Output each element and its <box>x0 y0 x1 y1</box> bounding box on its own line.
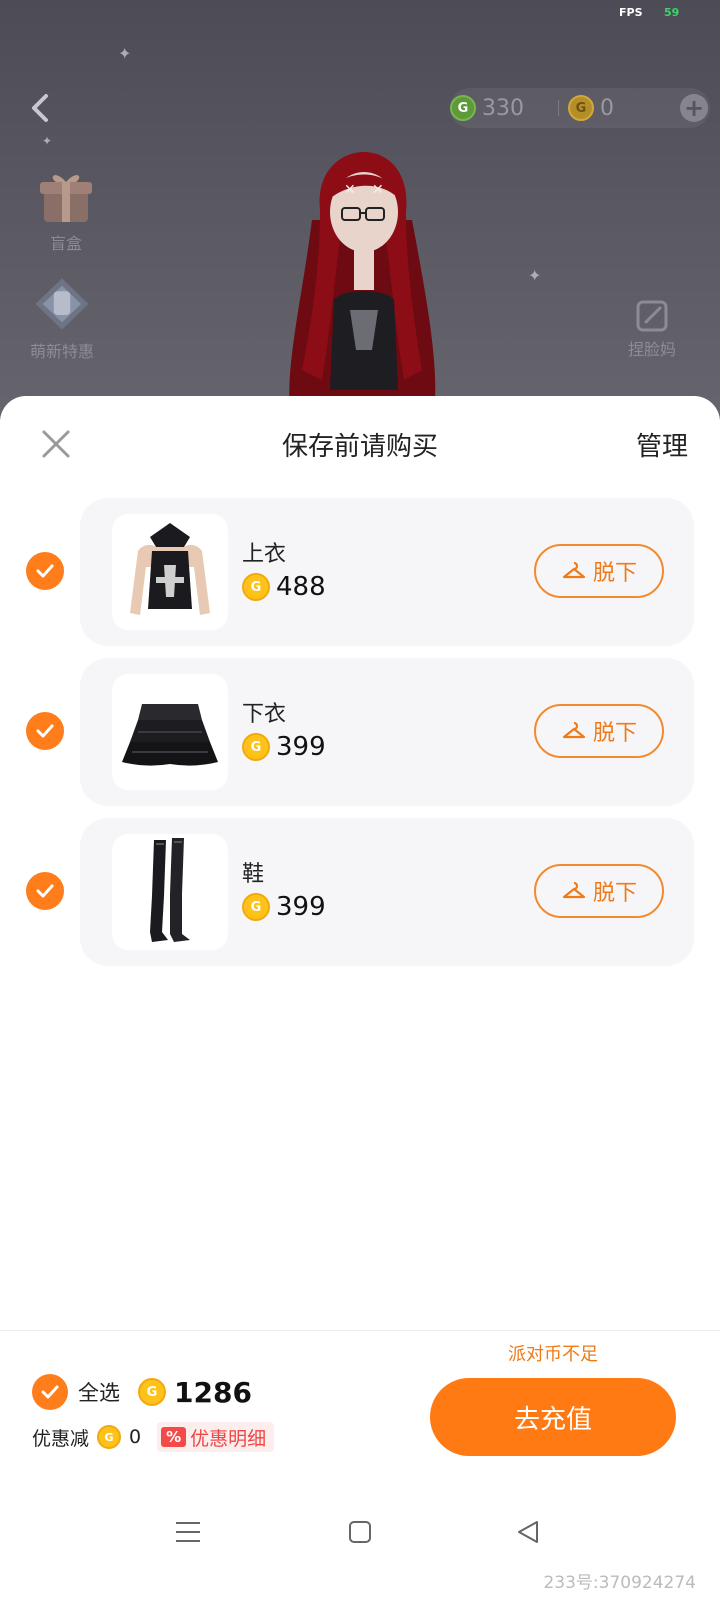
list-item: 下衣 G 399 脱下 <box>0 658 720 806</box>
blind-box-button[interactable]: 盲盒 <box>34 164 98 254</box>
sparkle-icon: ✦ <box>528 266 542 285</box>
take-off-button[interactable]: 脱下 <box>534 544 664 598</box>
discount-amount: 0 <box>129 1426 142 1448</box>
manage-button[interactable]: 管理 <box>636 426 688 463</box>
item-card[interactable]: 下衣 G 399 脱下 <box>80 658 694 806</box>
checkmark-icon <box>36 884 54 898</box>
hanger-icon <box>562 561 586 579</box>
checkmark-icon <box>36 564 54 578</box>
item-name: 上衣 <box>242 542 287 567</box>
gold-coin-amount: 0 <box>600 95 614 121</box>
item-price-value: 488 <box>276 572 326 602</box>
coin-icon: G <box>97 1425 122 1449</box>
gold-coin-balance: G 0 <box>568 88 614 128</box>
sheet-title: 保存前请购买 <box>281 432 438 462</box>
item-price: G 399 <box>242 892 326 922</box>
take-off-button[interactable]: 脱下 <box>534 704 664 758</box>
recharge-button[interactable]: 去充值 <box>430 1378 676 1456</box>
fps-value: 59 <box>664 6 680 19</box>
coin-icon: G <box>242 733 270 761</box>
item-name: 鞋 <box>242 862 265 887</box>
svg-text:✕: ✕ <box>344 182 356 198</box>
menu-icon <box>176 1522 200 1542</box>
item-price: G 488 <box>242 572 326 602</box>
item-checkbox[interactable] <box>26 872 64 910</box>
insufficient-funds-label: 派对币不足 <box>508 1344 598 1365</box>
side-item-label: 盲盒 <box>49 234 82 253</box>
home-nav-button[interactable] <box>340 1512 380 1552</box>
total-price: G 1286 <box>138 1376 252 1409</box>
discount-detail-button[interactable]: % 优惠明细 <box>157 1422 275 1452</box>
item-price-value: 399 <box>276 892 326 922</box>
side-item-label: 捏脸妈 <box>628 340 677 359</box>
side-item-label: 萌新特惠 <box>30 342 95 361</box>
edit-face-icon <box>636 300 668 332</box>
outfit-bundle-icon <box>35 278 89 330</box>
select-all-label: 全选 <box>78 1381 120 1405</box>
checkmark-icon <box>36 724 54 738</box>
menu-nav-button[interactable] <box>168 1512 208 1552</box>
select-all-row: 全选 G 1286 <box>32 1374 252 1410</box>
item-thumbnail <box>112 674 228 790</box>
black-ruffle-skirt-image <box>122 704 218 766</box>
item-checkbox[interactable] <box>26 712 64 750</box>
watermark: 233号:370924274 <box>543 1573 696 1593</box>
hanger-icon <box>562 721 586 739</box>
back-button[interactable] <box>22 88 62 128</box>
list-item: 上衣 G 488 脱下 <box>0 498 720 646</box>
percent-icon: % <box>161 1427 187 1447</box>
back-nav-button[interactable] <box>508 1512 548 1552</box>
sheet-header: 保存前请购买 管理 <box>0 396 720 492</box>
coin-icon: G <box>242 573 270 601</box>
black-corset-top-image <box>130 523 210 615</box>
item-price: G 399 <box>242 732 326 762</box>
green-coin-icon: G <box>450 95 476 121</box>
fps-label: FPS <box>619 6 643 19</box>
black-thigh-high-boots-image <box>150 838 190 942</box>
take-off-label: 脱下 <box>592 881 637 906</box>
coin-icon: G <box>242 893 270 921</box>
triangle-back-icon <box>518 1521 538 1543</box>
currency-bar: G 330 G 0 + <box>450 88 710 128</box>
item-checkbox[interactable] <box>26 552 64 590</box>
footer-divider <box>0 1330 720 1331</box>
add-coins-button[interactable]: + <box>680 94 708 122</box>
svg-text:✕: ✕ <box>372 182 384 198</box>
item-price-value: 399 <box>276 732 326 762</box>
item-card[interactable]: 鞋 G 399 脱下 <box>80 818 694 966</box>
green-coin-balance: G 330 <box>450 88 524 128</box>
item-name: 下衣 <box>242 702 287 727</box>
gift-box-icon <box>40 175 92 222</box>
discount-row: 优惠减 G 0 % 优惠明细 <box>32 1422 275 1452</box>
hanger-icon <box>562 881 586 899</box>
item-card[interactable]: 上衣 G 488 脱下 <box>80 498 694 646</box>
take-off-label: 脱下 <box>592 721 637 746</box>
avatar-scene: FPS 59 ✦ ✦ ✦ G 330 G 0 + 盲盒 萌新特惠 捏脸妈 ✕ ✕ <box>0 0 720 420</box>
newbie-deal-button[interactable]: 萌新特惠 <box>30 272 94 362</box>
list-item: 鞋 G 399 脱下 <box>0 818 720 966</box>
item-thumbnail <box>112 834 228 950</box>
system-nav-bar: 233号:370924274 <box>0 1484 720 1600</box>
item-thumbnail <box>112 514 228 630</box>
discount-label: 优惠减 <box>32 1427 90 1450</box>
sparkle-icon: ✦ <box>42 134 53 148</box>
take-off-label: 脱下 <box>592 561 637 586</box>
discount-detail-label: 优惠明细 <box>190 1427 267 1450</box>
select-all-checkbox[interactable] <box>32 1374 68 1410</box>
sparkle-icon: ✦ <box>118 44 132 63</box>
face-edit-button[interactable]: 捏脸妈 <box>628 298 676 360</box>
chevron-left-icon <box>32 94 48 122</box>
avatar-character: ✕ ✕ <box>289 152 436 420</box>
take-off-button[interactable]: 脱下 <box>534 864 664 918</box>
green-coin-amount: 330 <box>482 95 524 121</box>
divider <box>558 100 559 116</box>
gold-coin-icon: G <box>568 95 594 121</box>
coin-icon: G <box>138 1378 166 1406</box>
total-price-value: 1286 <box>174 1375 252 1409</box>
square-home-icon <box>349 1521 371 1543</box>
checkmark-icon <box>41 1385 59 1399</box>
